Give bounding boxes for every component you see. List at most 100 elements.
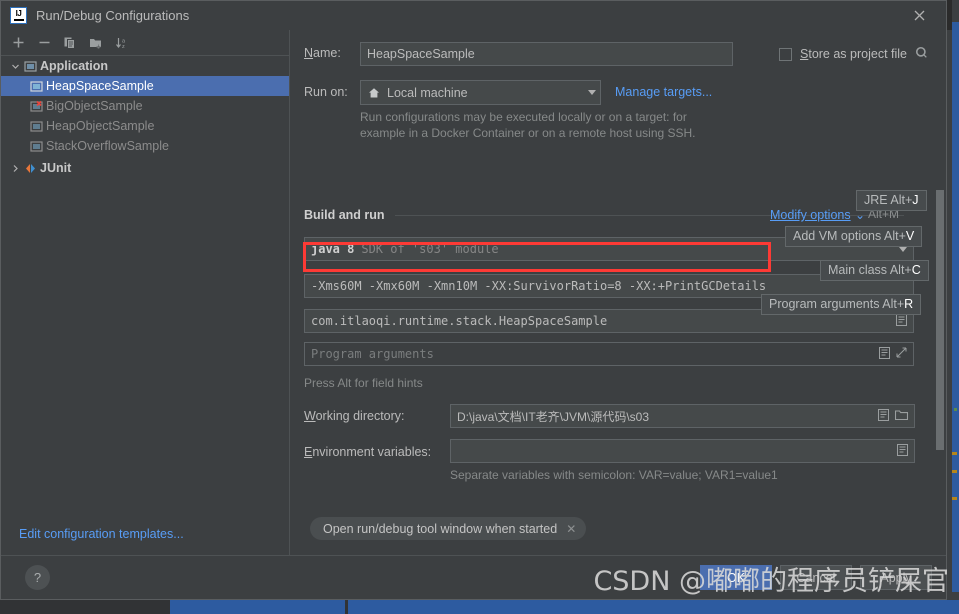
copy-configuration-button[interactable] [57,32,83,54]
close-icon[interactable]: ✕ [566,522,576,536]
configuration-form-panel: Name: HeapSpaceSample Store as project f… [290,30,946,555]
program-arguments-expand-icon[interactable] [896,347,907,361]
tooltip-main-class: Main class Alt+C [820,260,929,281]
tree-node-label: StackOverflowSample [46,139,169,153]
remove-configuration-button[interactable] [31,32,57,54]
environment-variables-browse-icon[interactable] [897,443,908,459]
name-input[interactable]: HeapSpaceSample [360,42,733,66]
chevron-down-icon[interactable] [588,90,596,95]
tree-node-junit[interactable]: JUnit [1,158,289,178]
run-on-hint-line-1: Run configurations may be executed local… [360,110,687,124]
form-scrollbar[interactable] [936,190,944,450]
dialog-body: a z Application HeapSpaceSample BigObjec… [1,30,946,555]
tooltip-main-class-text: Main class Alt+ [828,263,912,277]
program-arguments-browse-icon[interactable] [879,346,890,362]
chevron-right-icon[interactable] [9,164,22,173]
run-on-hint-line-2: example in a Docker Container or on a re… [360,126,696,140]
open-tool-window-chip[interactable]: Open run/debug tool window when started … [310,517,587,540]
manage-targets-link[interactable]: Manage targets... [615,85,712,99]
jre-value-bold: java 8 [311,242,355,256]
main-class-browse-icon[interactable] [896,313,907,329]
intellij-logo-text: IJ [15,8,22,18]
environment-variables-hint: Separate variables with semicolon: VAR=v… [450,468,778,482]
tree-node-label: Application [40,59,109,73]
apply-button-label: Apply [880,570,912,585]
chevron-down-icon[interactable] [9,62,22,71]
new-folder-button[interactable] [83,32,109,54]
dialog-title-bar: IJ Run/Debug Configurations [1,1,946,30]
tooltip-add-vm-options: Add VM options Alt+V [785,226,923,247]
run-on-label: Run on: [304,85,348,99]
apply-button[interactable]: Apply [860,565,932,590]
run-on-row: Run on: [304,85,348,99]
tree-node-heapspacesample[interactable]: HeapSpaceSample [1,76,289,96]
intellij-logo-icon: IJ [10,7,27,24]
add-configuration-button[interactable] [5,32,31,54]
ok-button-label: OK [726,570,746,585]
environment-variables-field[interactable] [450,439,915,463]
environment-variables-row: Environment variables: [304,445,431,459]
ide-marker-green [954,408,957,411]
tooltip-add-vm-options-text: Add VM options Alt+ [793,229,906,243]
name-input-value: HeapSpaceSample [367,47,475,61]
tooltip-jre: JRE Alt+J [856,190,927,211]
cancel-button[interactable]: Cancel [780,565,852,590]
tooltip-main-class-key: C [911,263,921,277]
ide-marker-yellow-2 [952,470,957,473]
open-tool-window-chip-label: Open run/debug tool window when started [323,521,558,536]
build-and-run-title: Build and run [304,208,385,222]
cancel-button-label: Cancel [796,570,836,585]
tree-node-label: BigObjectSample [46,99,143,113]
close-icon[interactable] [911,7,928,24]
main-class-value: com.itlaoqi.runtime.stack.HeapSpaceSampl… [311,314,608,328]
run-config-icon [28,80,45,93]
tooltip-add-vm-options-key: V [905,229,915,243]
run-config-icon [28,140,45,153]
dialog-title: Run/Debug Configurations [36,8,190,23]
working-directory-folder-icon[interactable] [894,409,909,424]
environment-variables-label: Environment variables: [304,445,432,459]
ok-button[interactable]: OK [700,565,772,590]
working-directory-label: Working directory: [304,409,405,423]
tree-node-bigobjectsample[interactable]: BigObjectSample [1,96,289,116]
name-label: Name: [304,46,341,60]
tree-node-label: HeapObjectSample [46,119,155,133]
tree-node-application[interactable]: Application [1,56,289,76]
tree-node-label: JUnit [40,161,72,175]
application-icon [22,60,39,73]
configurations-toolbar: a z [1,30,289,55]
run-on-select[interactable]: Local machine [360,80,601,105]
store-as-project-file-checkbox[interactable] [779,47,792,61]
tree-node-label: HeapSpaceSample [46,79,154,93]
junit-icon [22,162,39,175]
dialog-action-buttons: OK Cancel Apply [700,565,932,590]
help-button-label: ? [33,570,42,585]
working-directory-browse-icon[interactable] [878,408,889,424]
vm-options-value: -Xms60M -Xmx60M -Xmn10M -XX:SurvivorRati… [311,279,767,293]
jre-chevron-down-icon[interactable] [899,246,907,252]
store-as-project-file-label: Store as project file [800,47,908,61]
tree-node-stackoverflowsample[interactable]: StackOverflowSample [1,136,289,156]
jre-value-rest: SDK of 's03' module [361,242,499,256]
modify-options-link[interactable]: Modify options [770,208,851,222]
sort-configurations-button[interactable]: a z [109,32,135,54]
working-directory-value: D:\java\文档\IT老齐\JVM\源代码\s03 [457,409,650,424]
tooltip-jre-key: J [912,193,919,207]
working-directory-field[interactable]: D:\java\文档\IT老齐\JVM\源代码\s03 [450,404,915,428]
program-arguments-placeholder: Program arguments [311,347,434,361]
tooltip-jre-text: JRE Alt+ [864,193,913,207]
home-icon [368,87,380,99]
ide-bottom-progress-1 [170,600,345,614]
program-arguments-field[interactable]: Program arguments [304,342,914,366]
run-config-error-icon [28,100,45,113]
gear-icon[interactable] [915,46,928,62]
configurations-tree[interactable]: Application HeapSpaceSample BigObjectSam… [1,55,289,513]
help-button[interactable]: ? [25,565,50,590]
run-config-icon [28,120,45,133]
dialog-footer: ? OK Cancel Apply [1,555,946,599]
tooltip-program-arguments: Program arguments Alt+R [761,294,922,315]
tree-node-heapobjectsample[interactable]: HeapObjectSample [1,116,289,136]
ide-marker-yellow-1 [952,452,957,455]
edit-configuration-templates-link[interactable]: Edit configuration templates... [1,513,289,555]
name-row: Name: [304,46,341,60]
